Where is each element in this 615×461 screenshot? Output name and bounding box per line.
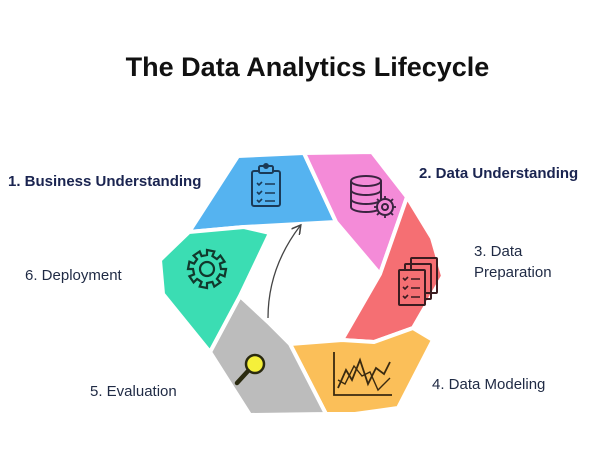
stage-label-data-understanding: 2. Data Understanding [419, 165, 579, 182]
center-arrow [267, 226, 300, 319]
stage-label-evaluation: 5. Evaluation [90, 383, 177, 400]
stage-label-data-preparation-line2: Preparation [474, 264, 552, 281]
stage-label-deployment: 6. Deployment [25, 267, 122, 284]
stage-label-business-understanding: 1. Business Understanding [8, 173, 202, 190]
stage-label-data-modeling: 4. Data Modeling [432, 376, 546, 393]
stage-label-data-preparation-line1: 3. Data [474, 243, 523, 260]
